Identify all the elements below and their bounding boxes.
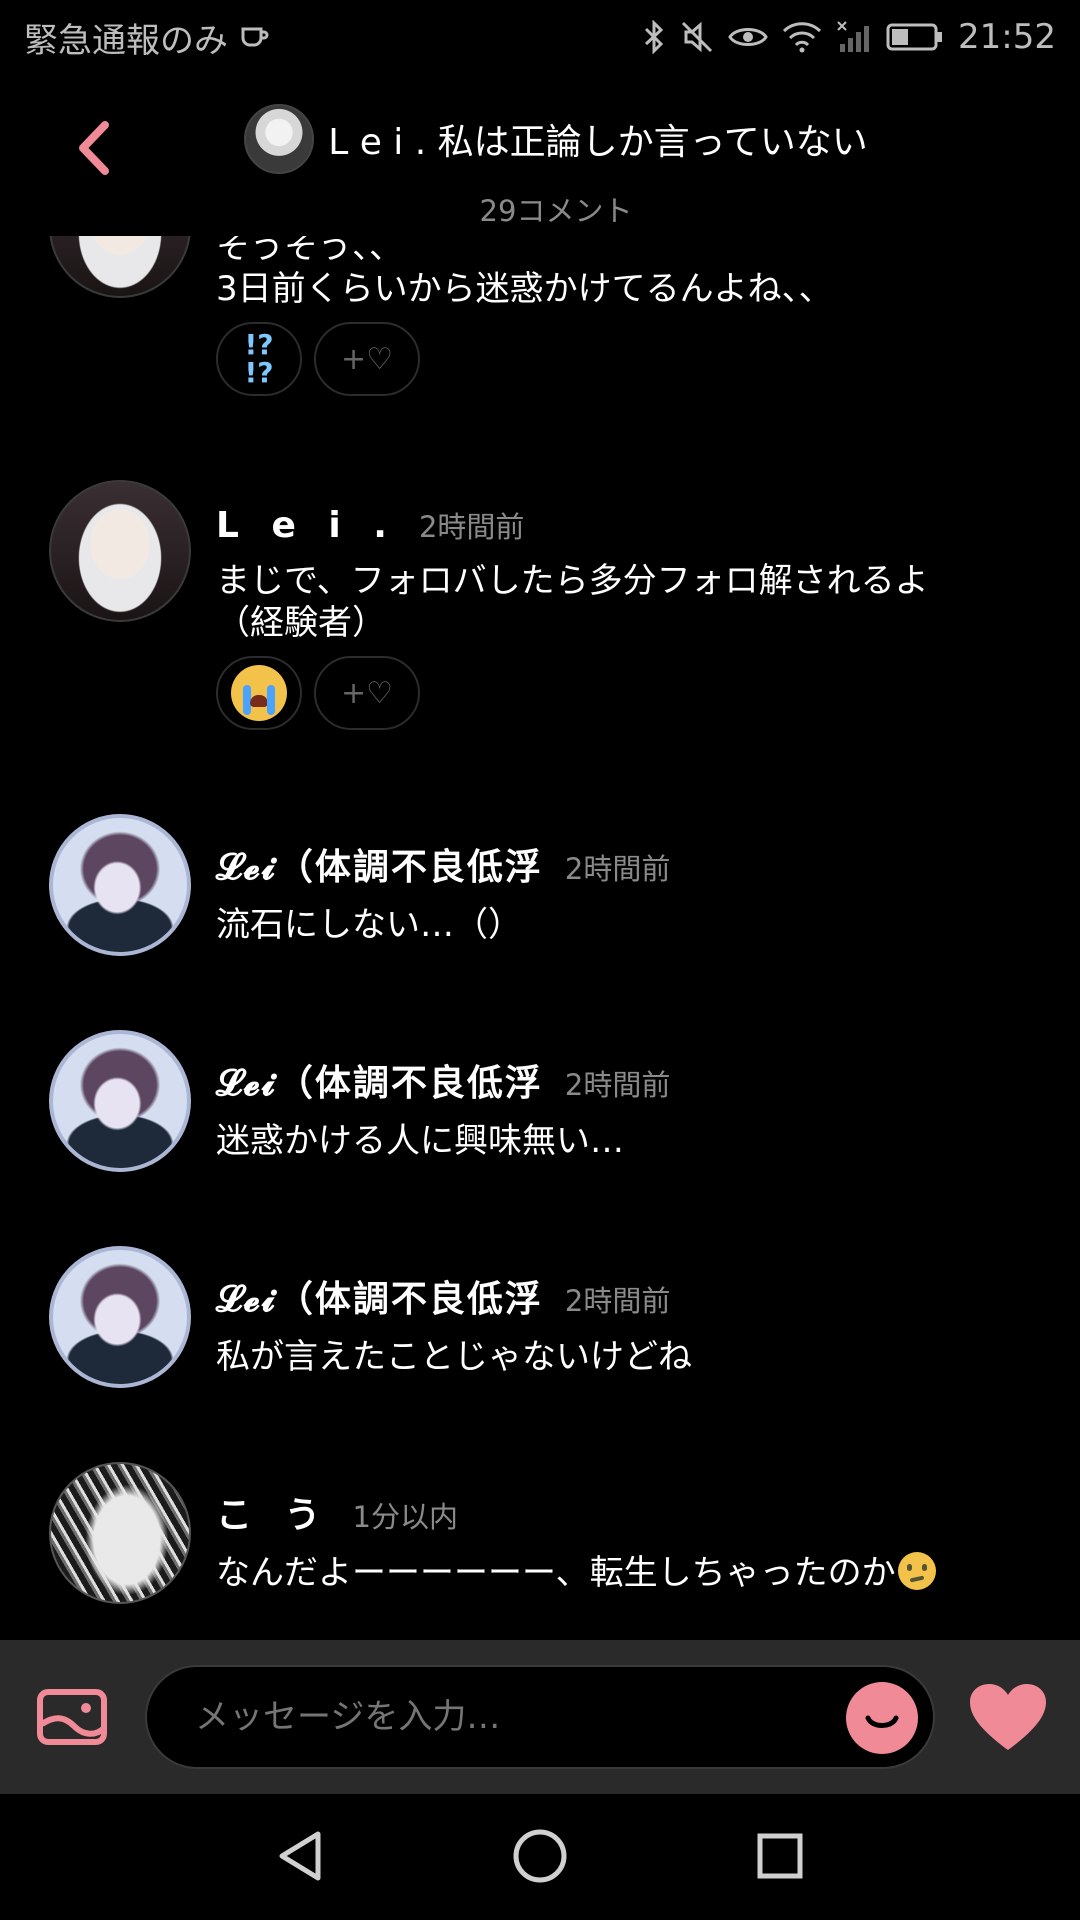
system-nav-bar (0, 1794, 1080, 1920)
comment-time: 2時間前 (564, 1068, 671, 1102)
avatar[interactable] (49, 1246, 191, 1388)
avatar[interactable] (49, 480, 191, 622)
heart-icon (970, 1684, 1046, 1750)
comment-text-line: 3日前くらいから迷惑かけてるんよね、、 (216, 269, 833, 309)
confused-face-icon (897, 1552, 936, 1590)
header: L e i . 私は正論しか言っていない 29コメント (0, 84, 1080, 228)
comment-author[interactable]: こ う (216, 1486, 331, 1538)
back-button[interactable] (64, 118, 124, 178)
coffee-icon (240, 25, 270, 49)
image-icon (37, 1689, 107, 1745)
comment-time: 1分以内 (352, 1500, 458, 1534)
chat-title-area[interactable]: L e i . 私は正論しか言っていない 29コメント (236, 104, 876, 230)
bluetooth-icon (642, 20, 666, 54)
avatar[interactable] (49, 236, 191, 298)
chat-title: L e i . 私は正論しか言っていない (328, 122, 868, 163)
comment-text-line: まじで、フォロバしたら多分フォロ解されるよ (216, 561, 929, 601)
comment-list[interactable]: そうそう、、 3日前くらいから迷惑かけてるんよね、、 !?!? +♡ L e i… (0, 236, 1080, 1640)
triangle-back-icon (279, 1831, 321, 1881)
comment-text-line: 迷惑かける人に興味無い… (216, 1121, 624, 1161)
comment-count: 29コメント (479, 194, 633, 228)
add-reaction-button[interactable]: +♡ (314, 656, 420, 730)
circle-home-icon (513, 1829, 567, 1883)
status-bar: 緊急通報のみ 21:52 (0, 0, 1080, 74)
comment-author[interactable]: 𝓛𝓮𝓲（体調不良低浮 (216, 1270, 543, 1322)
comment-text-line: 流石にしない…（） (216, 905, 522, 945)
comment-text-line: （経験者） (216, 603, 386, 643)
nav-recents-button[interactable] (750, 1826, 810, 1886)
smiley-icon (865, 1715, 899, 1728)
header-avatar (244, 104, 315, 174)
comment-author[interactable]: 𝓛𝓮𝓲（体調不良低浮 (216, 1054, 543, 1106)
surprise-emoji-icon: !?!? (244, 328, 274, 389)
nav-home-button[interactable] (510, 1826, 570, 1886)
emoji-button[interactable] (846, 1682, 918, 1754)
eye-icon (728, 22, 768, 52)
like-button[interactable] (968, 1682, 1048, 1754)
chevron-left-icon (79, 121, 109, 175)
message-input[interactable] (145, 1665, 935, 1769)
image-upload-button[interactable] (36, 1688, 108, 1746)
comment-author[interactable]: 𝓛𝓮𝓲（体調不良低浮 (216, 838, 543, 890)
avatar[interactable] (49, 814, 191, 956)
carrier-text: 緊急通報のみ (24, 20, 228, 61)
reaction-chip[interactable] (216, 656, 302, 730)
comment-author[interactable]: L e i . (216, 505, 397, 546)
comment-text-line: なんだよーーーーーー、転生しちゃったのか (216, 1553, 896, 1593)
add-reaction-button[interactable]: +♡ (314, 322, 420, 396)
battery-icon (886, 23, 944, 51)
nav-back-button[interactable] (272, 1826, 332, 1886)
avatar[interactable] (49, 1462, 191, 1604)
clock: 21:52 (958, 17, 1056, 57)
comment-text-line: そうそう、、 (216, 236, 403, 267)
reaction-chip[interactable]: !?!? (216, 322, 302, 396)
avatar[interactable] (49, 1030, 191, 1172)
comment-time: 2時間前 (564, 852, 671, 886)
crying-face-icon (231, 665, 287, 721)
square-recents-icon (757, 1833, 803, 1879)
comment-time: 2時間前 (564, 1284, 671, 1318)
message-input-bar (0, 1640, 1080, 1794)
comment-time: 2時間前 (418, 510, 525, 544)
wifi-icon (782, 21, 822, 53)
comment-text-line: 私が言えたことじゃないけどね (216, 1337, 692, 1377)
mute-icon (680, 20, 714, 54)
no-signal-icon (836, 20, 872, 54)
